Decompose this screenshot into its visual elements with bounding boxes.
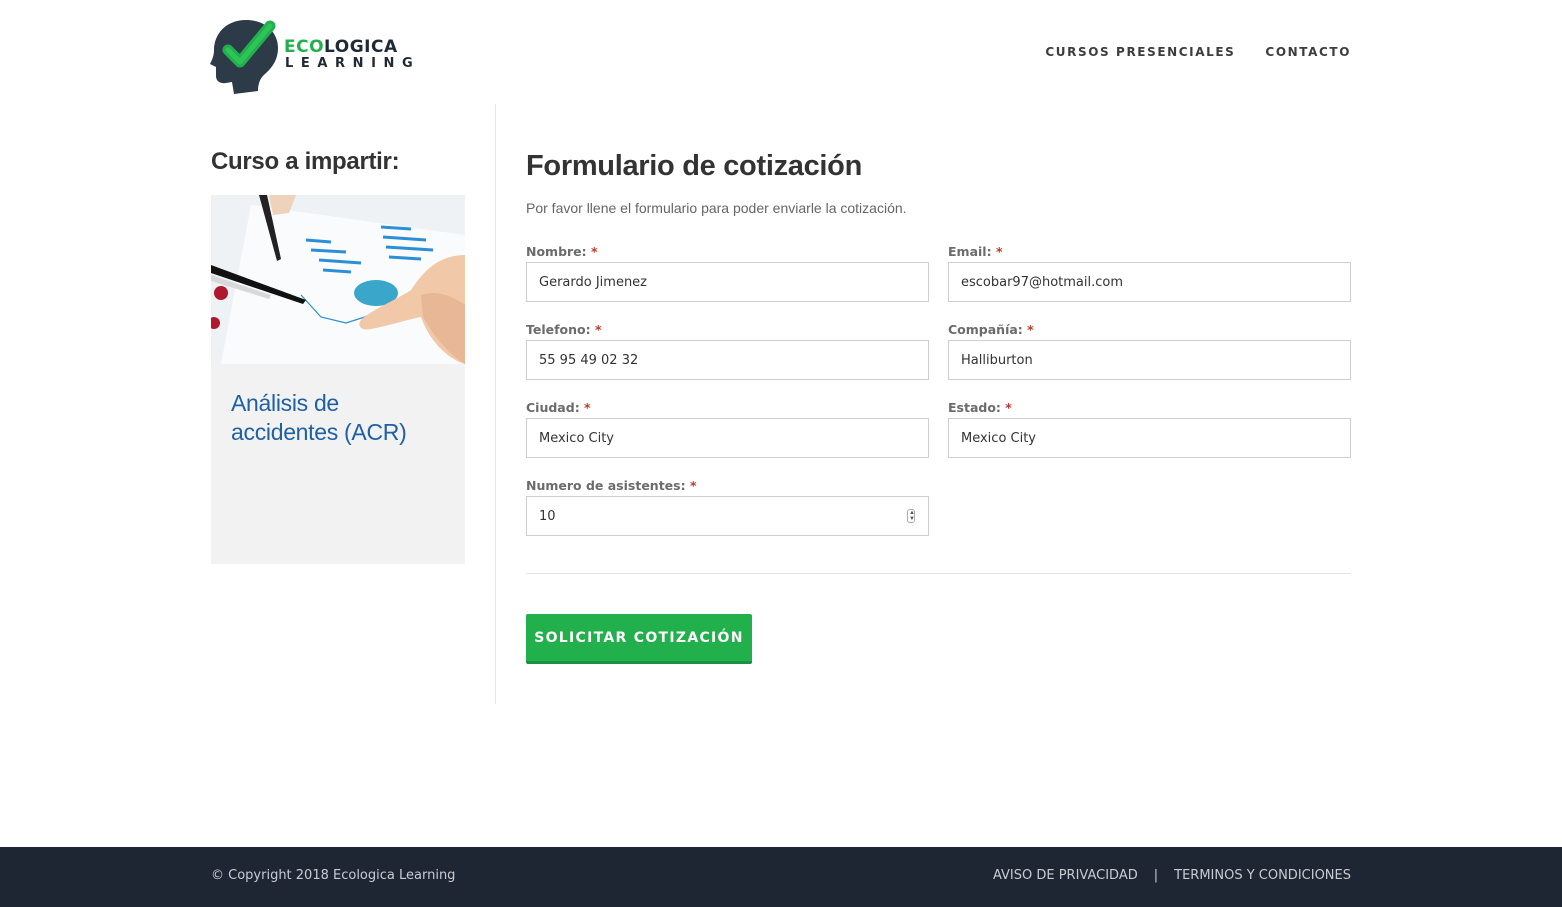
telefono-label: Telefono: * [526, 322, 602, 337]
footer-link-terminos[interactable]: TERMINOS Y CONDICIONES [1174, 868, 1351, 883]
ciudad-label: Ciudad: * [526, 400, 591, 415]
required-mark: * [995, 244, 1003, 259]
required-mark: * [594, 322, 602, 337]
footer-links: AVISO DE PRIVACIDAD | TERMINOS Y CONDICI… [993, 868, 1351, 883]
telefono-input[interactable] [527, 341, 928, 379]
course-image [211, 195, 465, 364]
required-mark: * [1005, 400, 1012, 415]
compania-label: Compañía: * [948, 322, 1034, 337]
estado-field-group: Estado: * [948, 400, 1351, 458]
footer-separator: | [1153, 868, 1159, 883]
brand-name: ECOLOGICA [284, 37, 398, 57]
required-mark: * [1027, 322, 1034, 337]
ciudad-input[interactable] [527, 419, 928, 457]
estado-label: Estado: * [948, 400, 1012, 415]
nav-contacto[interactable]: CONTACTO [1265, 45, 1351, 59]
copyright-text: © Copyright 2018 Ecologica Learning [211, 868, 456, 883]
form-divider [526, 573, 1351, 574]
brand-logo[interactable]: ECOLOGICA LEARNING [210, 18, 413, 94]
head-check-icon [210, 20, 278, 94]
compania-field-group: Compañía: * [948, 322, 1351, 380]
sidebar-title: Curso a impartir: [211, 148, 400, 175]
compania-input[interactable] [949, 341, 1350, 379]
number-stepper[interactable]: ▲ ▼ [907, 509, 915, 523]
site-footer: © Copyright 2018 Ecologica Learning AVIS… [0, 847, 1562, 907]
nombre-field-group: Nombre: * [526, 244, 929, 302]
telefono-field-group: Telefono: * [526, 322, 929, 380]
footer-link-aviso-privacidad[interactable]: AVISO DE PRIVACIDAD [993, 868, 1138, 883]
form-title: Formulario de cotización [526, 150, 863, 182]
email-input[interactable] [949, 263, 1350, 301]
asistentes-label: Numero de asistentes: * [526, 478, 697, 493]
required-mark: * [584, 400, 591, 415]
brand-tagline: LEARNING [285, 56, 421, 71]
column-divider [495, 104, 496, 704]
email-field-group: Email: * [948, 244, 1351, 302]
email-label: Email: * [948, 244, 1003, 259]
nombre-input[interactable] [527, 263, 928, 301]
asistentes-field-group: Numero de asistentes: * ▲ ▼ [526, 478, 929, 536]
form-subtitle: Por favor llene el formulario para poder… [526, 200, 907, 216]
ciudad-field-group: Ciudad: * [526, 400, 929, 458]
required-mark: * [689, 478, 697, 493]
nombre-label: Nombre: * [526, 244, 598, 259]
solicitar-cotizacion-button[interactable]: SOLICITAR COTIZACIÓN [526, 614, 752, 664]
site-header: ECOLOGICA LEARNING CURSOS PRESENCIALES C… [0, 0, 1562, 104]
stepper-down-icon[interactable]: ▼ [909, 516, 915, 522]
main-nav: CURSOS PRESENCIALES CONTACTO [1045, 45, 1351, 59]
nav-cursos-presenciales[interactable]: CURSOS PRESENCIALES [1045, 45, 1235, 59]
asistentes-input[interactable] [527, 497, 928, 535]
course-name[interactable]: Análisis de accidentes (ACR) [231, 389, 451, 447]
estado-input[interactable] [949, 419, 1350, 457]
course-card[interactable]: Análisis de accidentes (ACR) [211, 195, 465, 564]
required-mark: * [591, 244, 598, 259]
